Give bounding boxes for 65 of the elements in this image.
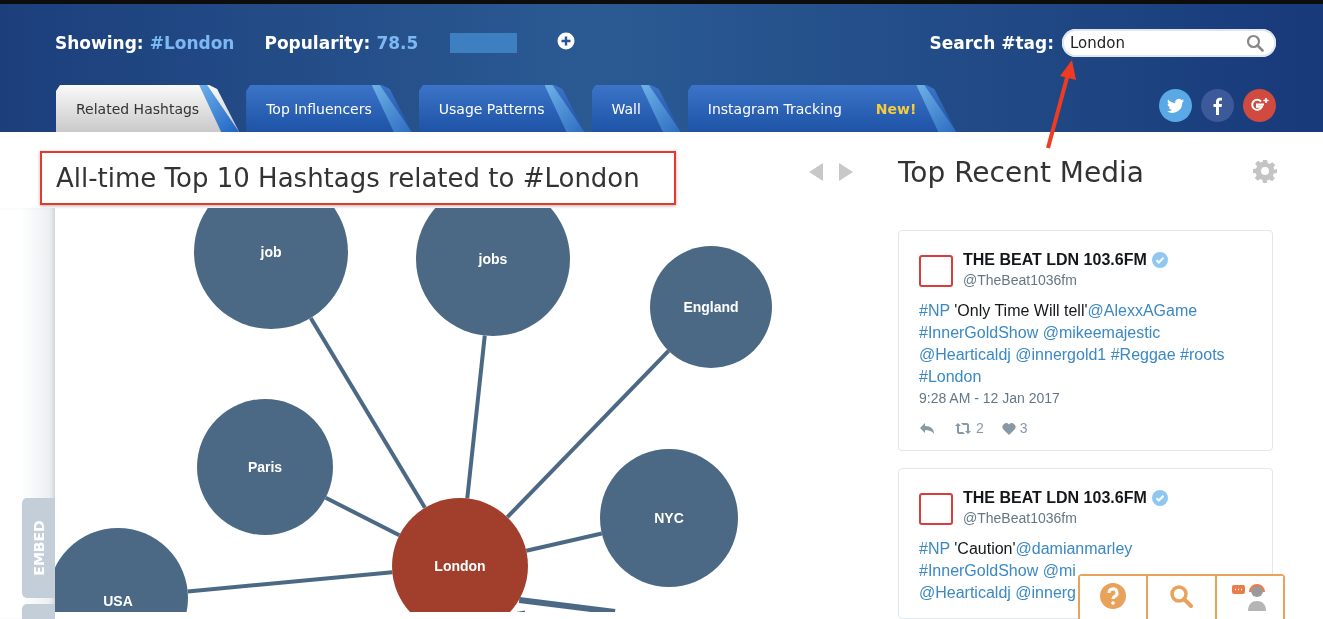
- tweet-link[interactable]: #InnerGoldShow: [919, 324, 1039, 341]
- tweet-link[interactable]: @damianmarley: [1015, 540, 1133, 557]
- center-bubble[interactable]: [392, 498, 528, 612]
- hashtag-bubble[interactable]: [197, 399, 333, 535]
- tab[interactable]: Related Hashtags: [56, 85, 240, 132]
- bubble-label: USA: [103, 593, 133, 609]
- popularity-label: Popularity:: [264, 33, 371, 53]
- tweet-link[interactable]: @mi: [1042, 562, 1076, 579]
- tweet-link[interactable]: @Hearticaldj: [919, 584, 1011, 601]
- tweet-link[interactable]: #InnerGoldShow: [919, 562, 1039, 579]
- google-plus-icon[interactable]: [1243, 89, 1276, 122]
- support-agent-icon: [1230, 581, 1269, 611]
- add-icon[interactable]: [557, 32, 576, 50]
- tweet-timestamp: 9:28 AM - 12 Jan 2017: [919, 390, 1061, 406]
- popularity-value: 78.5: [376, 33, 419, 53]
- hashtag-bubble[interactable]: [416, 208, 570, 336]
- tweet-text: #NP 'Only Time Will tell'@AlexxAGame #InnerGoldShow @mikeemajestic @Hearticaldj @innergold1 #Reggae #roots #London: [919, 301, 1226, 387]
- search-icon: [1246, 34, 1264, 52]
- tweet-link[interactable]: @innerg: [1015, 584, 1076, 601]
- bubble-label: England: [683, 299, 739, 315]
- tweet-link[interactable]: @innergold1: [1015, 346, 1107, 363]
- new-label: New!: [875, 100, 917, 117]
- tweet-link[interactable]: @AlexxAGame: [1087, 302, 1198, 319]
- question-icon: [1100, 583, 1127, 609]
- account-handle: @TheBeat1036fm: [963, 272, 1078, 288]
- heart-icon[interactable]: [1001, 421, 1016, 435]
- search-icon: [1169, 584, 1194, 608]
- tweet-link[interactable]: #Reggae: [1110, 346, 1176, 363]
- tab[interactable]: Instagram Tracking New!: [687, 85, 957, 132]
- tweet-link[interactable]: #London: [919, 368, 982, 385]
- sparkline-chart: [450, 33, 518, 53]
- retweet-count: 2: [976, 420, 984, 436]
- hashtag-bubble[interactable]: [55, 528, 188, 612]
- facebook-icon[interactable]: [1201, 89, 1234, 122]
- account-handle: @TheBeat1036fm: [963, 510, 1078, 526]
- bubble-label: NYC: [654, 510, 684, 526]
- account-name: THE BEAT LDN 103.6FM: [963, 251, 1147, 269]
- tweet-link[interactable]: #NP: [919, 302, 950, 319]
- reply-icon[interactable]: [919, 421, 936, 435]
- avatar-logo: [919, 493, 953, 525]
- bubble-label: jobs: [478, 251, 508, 267]
- bubble-label: job: [260, 244, 282, 260]
- tab[interactable]: Usage Patterns: [418, 85, 585, 132]
- like-count: 3: [1019, 420, 1028, 436]
- showing-label: Showing:: [55, 33, 144, 53]
- tab[interactable]: Wall: [591, 85, 681, 132]
- search-label: Search #tag:: [929, 33, 1054, 53]
- search-field[interactable]: London: [1062, 29, 1276, 57]
- twitter-icon[interactable]: [1159, 89, 1192, 122]
- retweet-icon[interactable]: [954, 421, 972, 435]
- section-heading: All-time Top 10 Hashtags related to #London: [40, 151, 676, 205]
- tweet-link[interactable]: #NP: [919, 540, 950, 557]
- bubble-label: London: [434, 558, 486, 574]
- bubble-label: Paris: [247, 459, 283, 475]
- hashtag-bubble[interactable]: [650, 246, 772, 368]
- hashtag-bubble[interactable]: [194, 208, 348, 329]
- tab[interactable]: Top Influencers: [246, 85, 412, 132]
- showing-hashtag: #London: [149, 33, 235, 53]
- tweet-link[interactable]: @mikeemajestic: [1042, 324, 1161, 341]
- panel-title: Top Recent Media: [898, 155, 1144, 189]
- tweet-link[interactable]: #roots: [1180, 346, 1225, 363]
- hashtag-bubble[interactable]: [600, 449, 738, 587]
- account-name: THE BEAT LDN 103.6FM: [963, 489, 1147, 507]
- avatar-logo: [919, 255, 953, 287]
- tweet-link[interactable]: @Hearticaldj: [919, 346, 1011, 363]
